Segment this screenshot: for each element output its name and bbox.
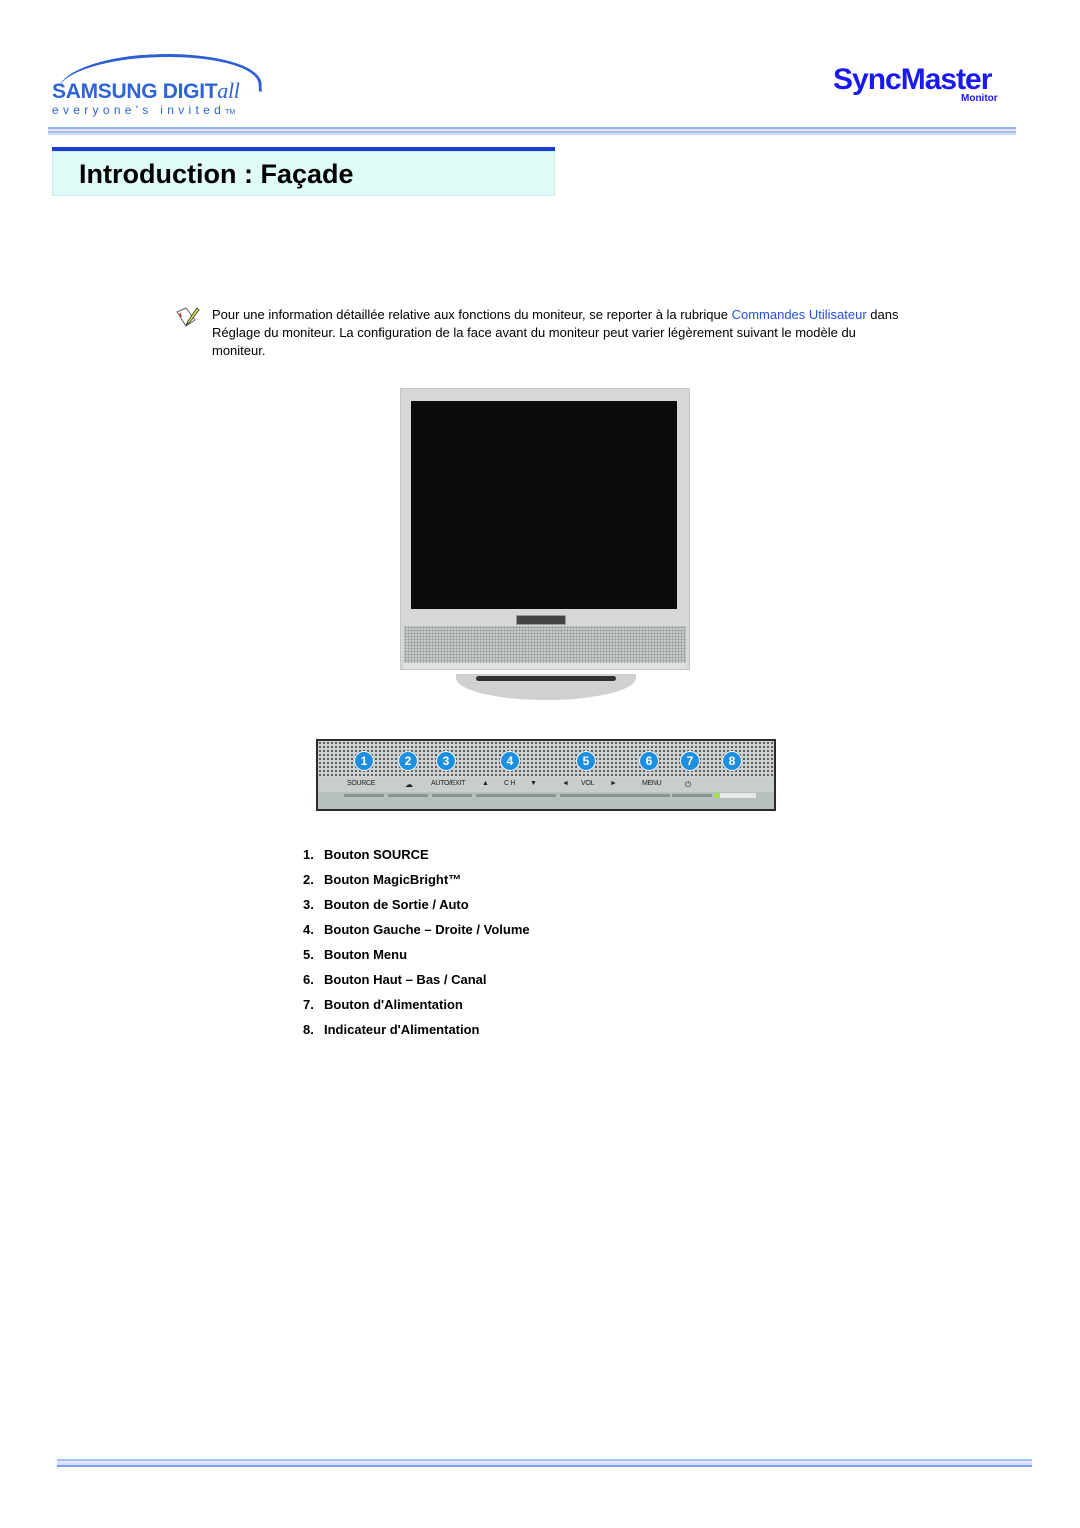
stand-slot (476, 676, 616, 681)
legend-number: 1. (303, 847, 314, 862)
monitor-screen (411, 401, 677, 609)
legend-label: Bouton SOURCE (324, 847, 429, 862)
note-text: Pour une information détaillée relative … (212, 306, 912, 360)
monitor-brand-badge (516, 615, 566, 625)
legend-item: 2. Bouton MagicBright™ (303, 871, 530, 896)
samsung-digitall-logo: SAMSUNG DIGITall everyone's invitedTM (40, 48, 262, 117)
callout-7: 7 (680, 751, 700, 771)
legend-number: 8. (303, 1022, 314, 1037)
source-button (344, 794, 384, 797)
page-title: Introduction : Façade (52, 151, 555, 196)
syncmaster-logo: SyncMaster Monitor (833, 63, 1013, 108)
panel-label-source: SOURCE (347, 780, 376, 787)
monitor-bezel (400, 388, 690, 670)
brand-tagline: everyone's invitedTM (52, 103, 235, 117)
left-button (560, 794, 600, 797)
magicbright-icon: ☁ (405, 780, 413, 789)
header-divider (48, 127, 1016, 135)
autoexit-button (432, 794, 472, 797)
brand-name: SAMSUNG DIGITall (52, 78, 240, 104)
callout-1: 1 (354, 751, 374, 771)
right-arrow-icon: ► (610, 780, 617, 787)
callout-5: 5 (576, 751, 596, 771)
panel-label-autoexit: AUTO/EXIT (431, 780, 466, 787)
product-subtitle: Monitor (961, 93, 998, 104)
legend-number: 4. (303, 922, 314, 937)
down-button (516, 794, 556, 797)
power-indicator-bar (720, 793, 756, 798)
brand-tagline-text: everyone's invited (52, 103, 226, 117)
brand-name-text: SAMSUNG DIGIT (52, 80, 218, 103)
up-arrow-icon: ▲ (482, 780, 489, 787)
callout-6: 6 (639, 751, 659, 771)
note-text-before: Pour une information détaillée relative … (212, 307, 732, 322)
legend-number: 7. (303, 997, 314, 1012)
legend-label: Bouton MagicBright™ (324, 872, 462, 887)
legend-label: Bouton Haut – Bas / Canal (324, 972, 487, 987)
button-legend-list: 1. Bouton SOURCE 2. Bouton MagicBright™ 3.… (303, 846, 530, 1046)
commandes-utilisateur-link[interactable]: Commandes Utilisateur (732, 307, 867, 322)
power-icon: ⏻ (685, 780, 692, 789)
monitor-stand (456, 674, 636, 700)
legend-item: 8. Indicateur d'Alimentation (303, 1021, 530, 1046)
power-button (672, 794, 712, 797)
trademark-mark: TM (225, 109, 236, 116)
magicbright-button (388, 794, 428, 797)
legend-number: 6. (303, 972, 314, 987)
callout-2: 2 (398, 751, 418, 771)
panel-label-vol: VOL (581, 780, 595, 787)
panel-label-ch: C H (504, 780, 516, 787)
legend-item: 7. Bouton d'Alimentation (303, 996, 530, 1021)
legend-item: 6. Bouton Haut – Bas / Canal (303, 971, 530, 996)
note-pencil-icon (176, 307, 200, 327)
product-name: SyncMaster (833, 63, 992, 96)
legend-item: 5. Bouton Menu (303, 946, 530, 971)
legend-label: Bouton de Sortie / Auto (324, 897, 469, 912)
menu-button (630, 794, 670, 797)
legend-label: Indicateur d'Alimentation (324, 1022, 480, 1037)
legend-item: 1. Bouton SOURCE (303, 846, 530, 871)
legend-label: Bouton Gauche – Droite / Volume (324, 922, 530, 937)
callout-4: 4 (500, 751, 520, 771)
legend-item: 3. Bouton de Sortie / Auto (303, 896, 530, 921)
legend-number: 3. (303, 897, 314, 912)
left-arrow-icon: ◄ (562, 780, 569, 787)
up-button (476, 794, 516, 797)
legend-number: 5. (303, 947, 314, 962)
footer-divider (57, 1459, 1032, 1467)
page-title-bar: Introduction : Façade (52, 147, 555, 198)
monitor-front-photo (400, 388, 690, 710)
button-strip (404, 663, 686, 669)
legend-number: 2. (303, 872, 314, 887)
panel-label-row (318, 778, 774, 792)
legend-label: Bouton Menu (324, 947, 408, 962)
down-arrow-icon: ▼ (530, 780, 537, 787)
speaker-grille (404, 626, 686, 666)
legend-label: Bouton d'Alimentation (324, 997, 463, 1012)
callout-3: 3 (436, 751, 456, 771)
callout-8: 8 (722, 751, 742, 771)
legend-item: 4. Bouton Gauche – Droite / Volume (303, 921, 530, 946)
panel-label-menu: MENU (642, 780, 662, 787)
control-panel-closeup: 1 2 3 4 5 6 7 8 SOURCE ☁ AUTO/EXIT ▲ C H… (316, 739, 776, 811)
brand-suffix: all (217, 78, 240, 103)
